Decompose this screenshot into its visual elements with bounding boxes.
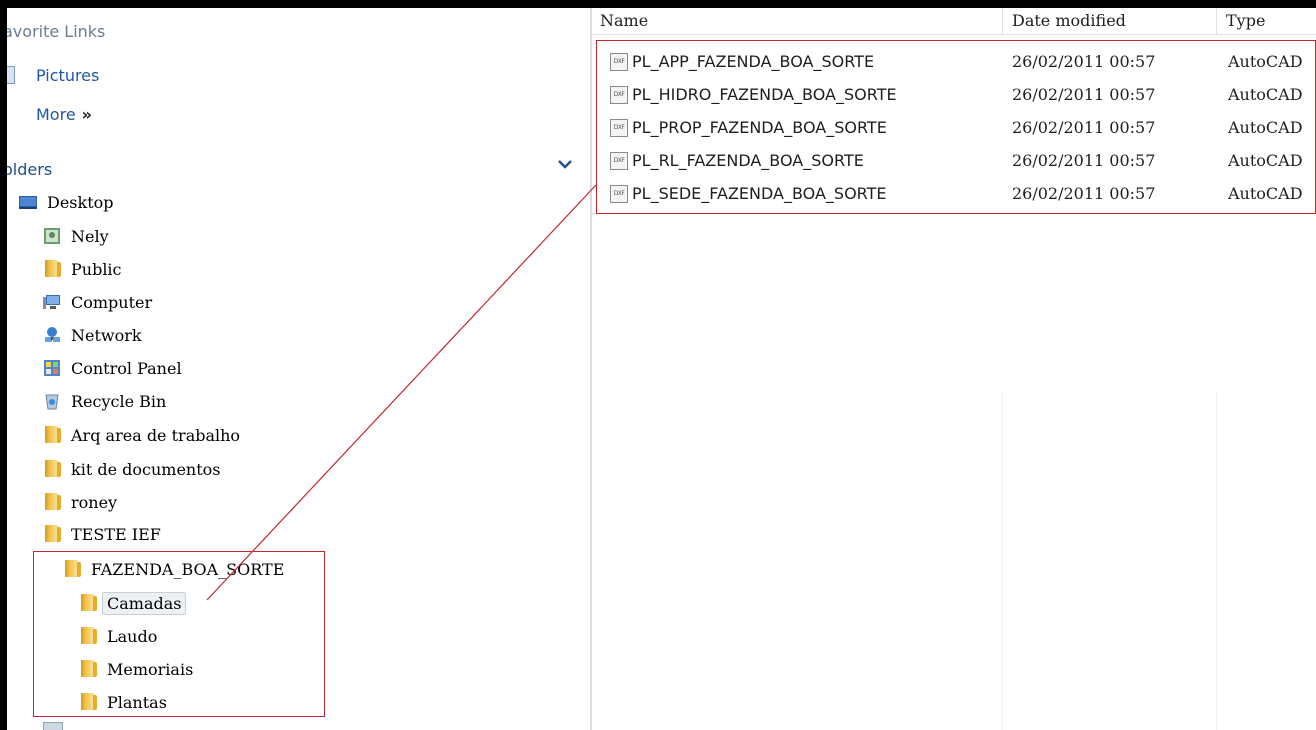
tree-item-nely[interactable]: Nely	[43, 222, 109, 250]
tree-label: Network	[71, 325, 142, 345]
control-panel-icon	[43, 359, 61, 377]
tree-item-desktop[interactable]: Desktop	[19, 188, 114, 216]
column-header-date-modified[interactable]: Date modified	[1004, 8, 1212, 34]
tree-label: Computer	[71, 292, 153, 312]
column-header-type[interactable]: Type	[1218, 8, 1316, 34]
user-folder-icon	[43, 227, 61, 245]
favorite-links-header: avorite Links	[7, 22, 106, 41]
tree-item-network[interactable]: Network	[43, 321, 142, 349]
desktop-icon	[19, 193, 37, 211]
recycle-bin-icon	[43, 392, 61, 410]
more-arrows-icon: »	[81, 105, 93, 124]
tree-label: roney	[71, 492, 118, 512]
tree-item-recycle-bin[interactable]: Recycle Bin	[43, 387, 166, 415]
folders-highlight-box	[33, 551, 325, 717]
tree-label: Arq area de trabalho	[71, 425, 241, 445]
column-headers: Name Date modified Type	[592, 8, 1316, 35]
folder-icon	[43, 460, 61, 478]
tree-label: TESTE IEF	[71, 524, 161, 544]
column-separator[interactable]	[1216, 8, 1217, 34]
tree-label: kit de documentos	[71, 459, 221, 479]
chevron-down-icon[interactable]	[555, 154, 575, 174]
tree-item-arq-area-de-trabalho[interactable]: Arq area de trabalho	[43, 421, 240, 449]
column-guide-line	[1216, 391, 1217, 730]
tree-label: Recycle Bin	[71, 391, 167, 411]
tree-item-public[interactable]: Public	[43, 255, 122, 283]
tree-label: Control Panel	[71, 358, 182, 378]
folder-icon	[43, 493, 61, 511]
folder-icon	[43, 525, 61, 543]
column-header-name[interactable]: Name	[592, 8, 1000, 34]
tree-label: Public	[71, 259, 122, 279]
more-label: More	[36, 105, 76, 124]
favorite-link-more[interactable]: More »	[36, 105, 92, 124]
folders-header[interactable]: olders	[7, 160, 52, 179]
tree-item-control-panel[interactable]: Control Panel	[43, 354, 182, 382]
computer-icon	[43, 293, 61, 311]
partial-tree-icon	[43, 722, 63, 730]
tree-item-teste-ief[interactable]: TESTE IEF	[43, 520, 161, 548]
tree-item-computer[interactable]: Computer	[43, 288, 152, 316]
network-icon	[43, 326, 61, 344]
window-top-border	[0, 0, 1316, 8]
pictures-icon	[7, 66, 15, 84]
window-left-border	[0, 0, 7, 730]
explorer-window: avorite Links Pictures More » olders Desk…	[0, 0, 1316, 730]
column-guide-line	[1002, 391, 1003, 730]
tree-label: Nely	[71, 226, 109, 246]
files-highlight-box	[596, 40, 1316, 214]
folder-icon	[43, 426, 61, 444]
folder-icon	[43, 260, 61, 278]
tree-item-roney[interactable]: roney	[43, 488, 117, 516]
column-separator[interactable]	[1002, 8, 1003, 34]
tree-item-kit-de-documentos[interactable]: kit de documentos	[43, 455, 220, 483]
tree-label: Desktop	[47, 192, 114, 212]
favorite-link-pictures[interactable]: Pictures	[36, 66, 99, 85]
